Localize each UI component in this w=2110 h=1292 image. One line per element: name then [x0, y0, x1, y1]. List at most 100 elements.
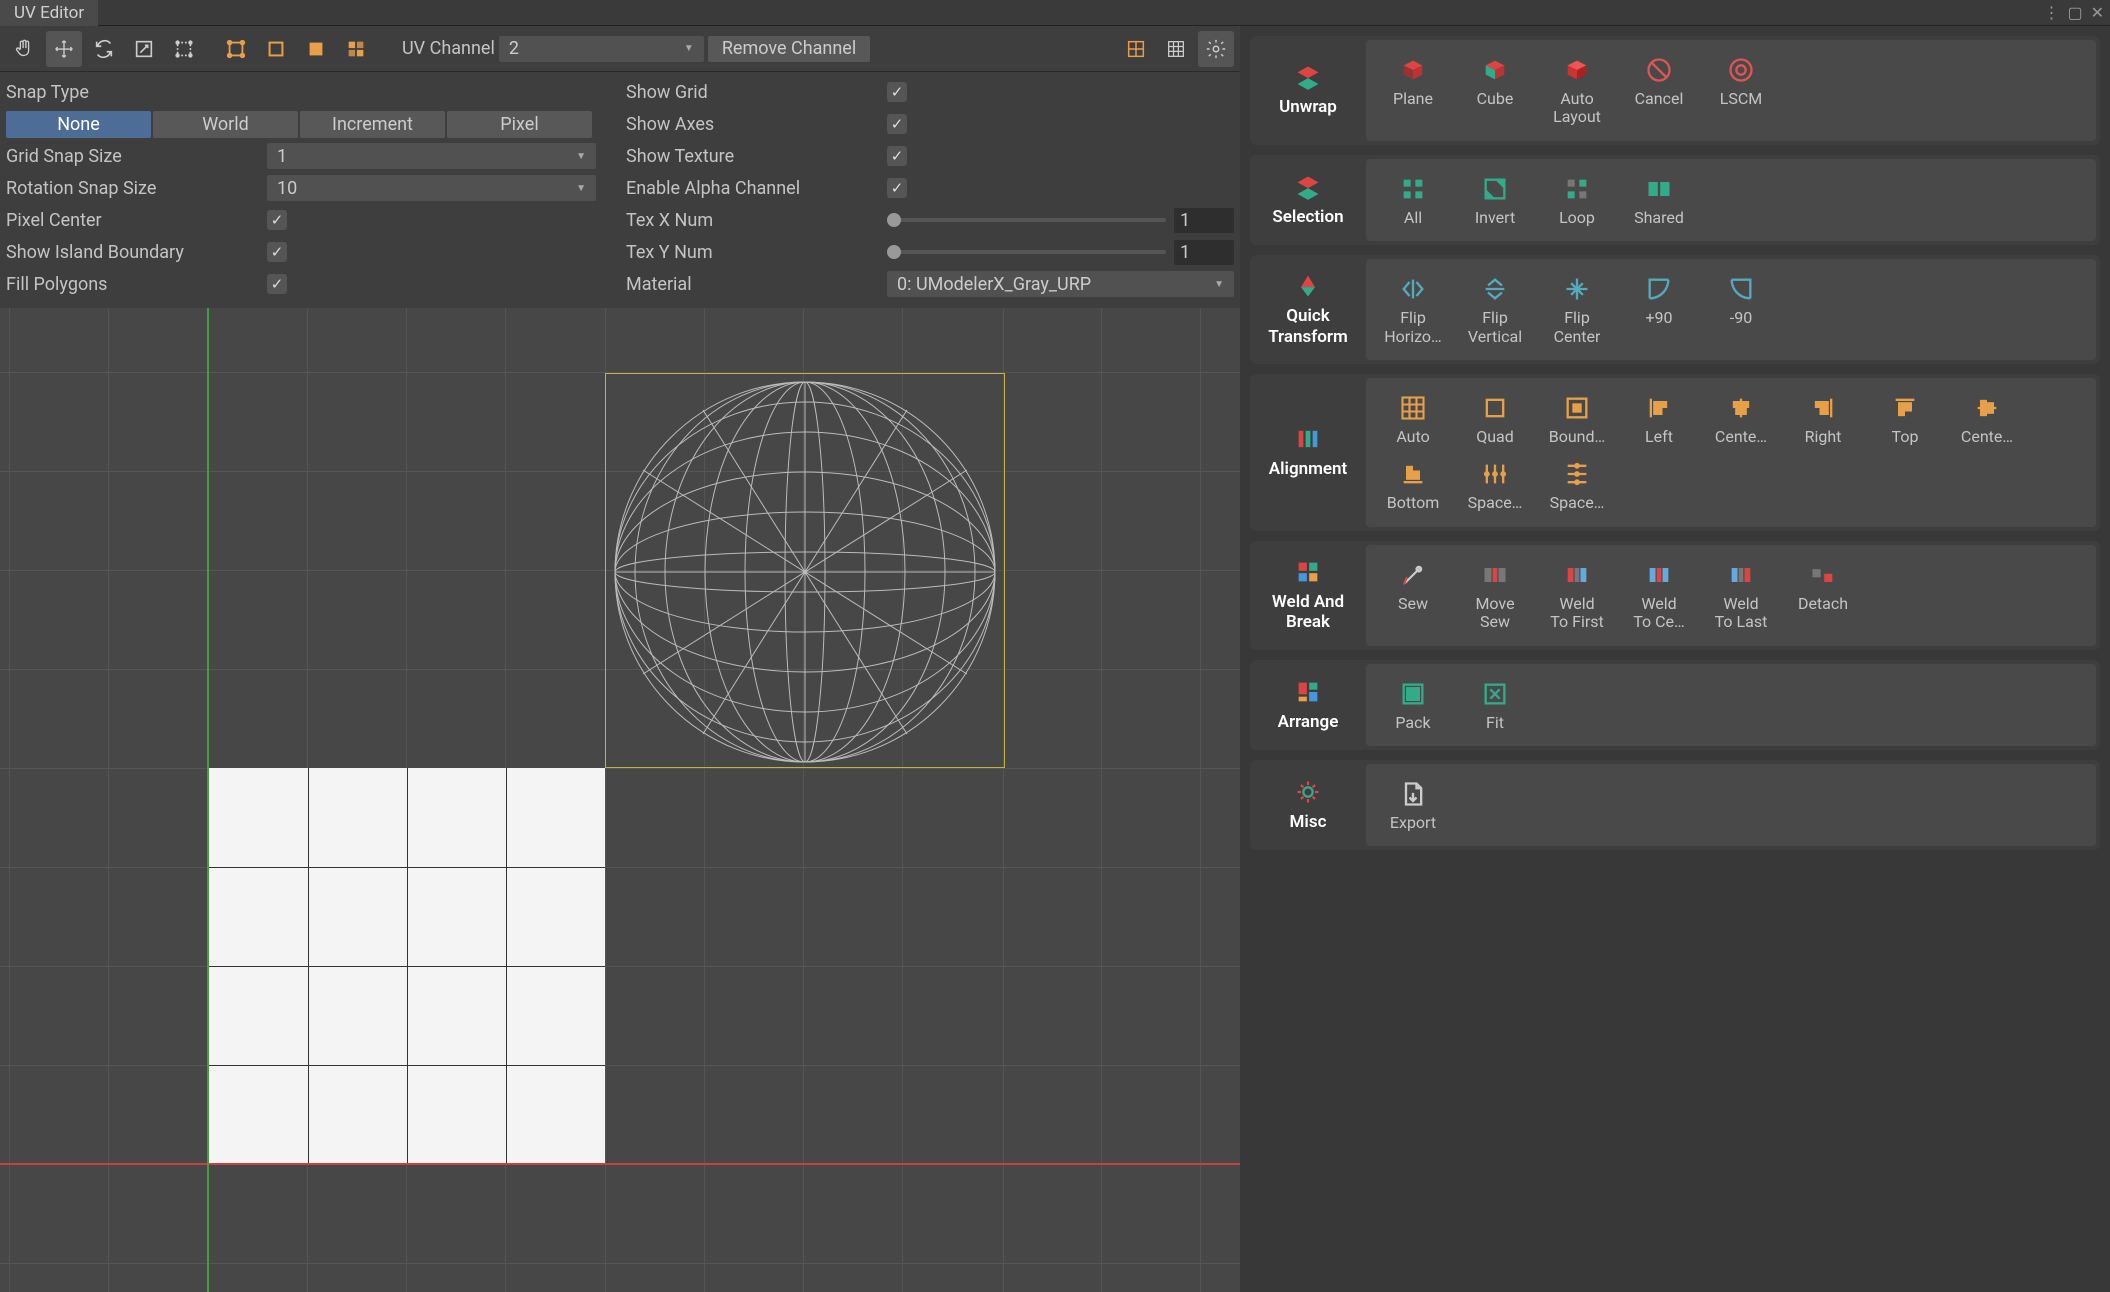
- show-axes-label: Show Axes: [626, 114, 881, 135]
- enable-alpha-checkbox[interactable]: ✓: [887, 178, 907, 198]
- unwrap-icon: [1294, 63, 1322, 91]
- tex-x-value[interactable]: 1: [1174, 208, 1234, 233]
- uv-viewport[interactable]: [0, 308, 1240, 1292]
- snap-pixel-button[interactable]: Pixel: [447, 111, 592, 138]
- group-selection: Selection All Invert Loop Shared: [1250, 155, 2100, 245]
- weld-to-first-button[interactable]: Weld To First: [1536, 553, 1618, 638]
- rotation-snap-size-label: Rotation Snap Size: [6, 178, 261, 199]
- align-auto-button[interactable]: Auto: [1372, 386, 1454, 452]
- space-v-button[interactable]: Space…: [1536, 452, 1618, 518]
- fill-polygons-checkbox[interactable]: ✓: [267, 274, 287, 294]
- show-island-boundary-label: Show Island Boundary: [6, 242, 261, 263]
- align-left-button[interactable]: Left: [1618, 386, 1700, 452]
- show-grid-checkbox[interactable]: ✓: [887, 82, 907, 102]
- snap-type-segmented: None World Increment Pixel: [6, 111, 592, 138]
- space-h-button[interactable]: Space…: [1454, 452, 1536, 518]
- plane-button[interactable]: Plane: [1372, 48, 1454, 133]
- group-unwrap: Unwrap Plane Cube Auto Layout Cancel LSC…: [1250, 36, 2100, 145]
- settings-gear-icon[interactable]: [1198, 31, 1234, 67]
- flip-center-button[interactable]: Flip Center: [1536, 267, 1618, 352]
- alignment-icon: [1294, 425, 1322, 453]
- close-icon[interactable]: ✕: [2091, 3, 2104, 22]
- weld-to-center-button[interactable]: Weld To Ce…: [1618, 553, 1700, 638]
- hand-tool-icon[interactable]: [6, 31, 42, 67]
- weld-break-icon: [1294, 558, 1322, 586]
- uv-channel-dropdown[interactable]: 2▼: [499, 36, 704, 62]
- uv-texture-quad: [209, 768, 605, 1163]
- quick-transform-icon: [1294, 272, 1322, 300]
- arrange-icon: [1294, 678, 1322, 706]
- lscm-button[interactable]: LSCM: [1700, 48, 1782, 133]
- rotation-snap-size-dropdown[interactable]: 10▼: [267, 175, 596, 201]
- grid-display-b-icon[interactable]: [1158, 31, 1194, 67]
- edge-mode-icon[interactable]: [258, 31, 294, 67]
- grid-snap-size-dropdown[interactable]: 1▼: [267, 143, 596, 169]
- align-center-h-button[interactable]: Cente…: [1700, 386, 1782, 452]
- align-right-button[interactable]: Right: [1782, 386, 1864, 452]
- material-label: Material: [626, 274, 881, 295]
- flip-horizontal-button[interactable]: Flip Horizo…: [1372, 267, 1454, 352]
- select-invert-button[interactable]: Invert: [1454, 167, 1536, 233]
- enable-alpha-label: Enable Alpha Channel: [626, 178, 881, 199]
- uv-sphere-mesh: [613, 380, 997, 764]
- tex-x-slider[interactable]: [887, 218, 1166, 222]
- settings-panel: Snap Type None World Increment Pixel Gri…: [0, 72, 1240, 308]
- weld-to-last-button[interactable]: Weld To Last: [1700, 553, 1782, 638]
- rect-tool-icon[interactable]: [166, 31, 202, 67]
- show-island-boundary-checkbox[interactable]: ✓: [267, 242, 287, 262]
- snap-world-button[interactable]: World: [153, 111, 298, 138]
- scale-tool-icon[interactable]: [126, 31, 162, 67]
- uv-channel-label: UV Channel: [402, 38, 495, 59]
- snap-none-button[interactable]: None: [6, 111, 151, 138]
- export-button[interactable]: Export: [1372, 772, 1454, 838]
- x-axis: [0, 1163, 1240, 1165]
- material-dropdown[interactable]: 0: UModelerX_Gray_URP▼: [887, 271, 1234, 297]
- select-all-button[interactable]: All: [1372, 167, 1454, 233]
- show-axes-checkbox[interactable]: ✓: [887, 114, 907, 134]
- top-toolbar: UV Channel 2▼ Remove Channel: [0, 26, 1240, 72]
- rotate-minus90-button[interactable]: -90: [1700, 267, 1782, 352]
- remove-channel-button[interactable]: Remove Channel: [708, 36, 870, 62]
- auto-layout-button[interactable]: Auto Layout: [1536, 48, 1618, 133]
- pixel-center-label: Pixel Center: [6, 210, 261, 231]
- align-bound-button[interactable]: Bound…: [1536, 386, 1618, 452]
- grid-snap-size-label: Grid Snap Size: [6, 146, 261, 167]
- cancel-button[interactable]: Cancel: [1618, 48, 1700, 133]
- align-top-button[interactable]: Top: [1864, 386, 1946, 452]
- show-texture-checkbox[interactable]: ✓: [887, 146, 907, 166]
- show-grid-label: Show Grid: [626, 82, 881, 103]
- tools-panel: Unwrap Plane Cube Auto Layout Cancel LSC…: [1240, 26, 2110, 1292]
- group-quick-transform: Quick Transform Flip Horizo… Flip Vertic…: [1250, 255, 2100, 364]
- flip-vertical-button[interactable]: Flip Vertical: [1454, 267, 1536, 352]
- grid-display-a-icon[interactable]: [1118, 31, 1154, 67]
- tex-y-slider[interactable]: [887, 250, 1166, 254]
- tex-y-value[interactable]: 1: [1174, 240, 1234, 265]
- selection-icon: [1294, 173, 1322, 201]
- menu-icon[interactable]: ⋮: [2043, 3, 2059, 22]
- move-tool-icon[interactable]: [46, 31, 82, 67]
- show-texture-label: Show Texture: [626, 146, 881, 167]
- island-mode-icon[interactable]: [338, 31, 374, 67]
- fill-polygons-label: Fill Polygons: [6, 274, 261, 295]
- select-loop-button[interactable]: Loop: [1536, 167, 1618, 233]
- misc-icon: [1294, 778, 1322, 806]
- sew-button[interactable]: Sew: [1372, 553, 1454, 638]
- snap-increment-button[interactable]: Increment: [300, 111, 445, 138]
- move-sew-button[interactable]: Move Sew: [1454, 553, 1536, 638]
- maximize-icon[interactable]: ▢: [2067, 3, 2082, 22]
- pixel-center-checkbox[interactable]: ✓: [267, 210, 287, 230]
- align-center-v-button[interactable]: Cente…: [1946, 386, 2028, 452]
- group-weld-break: Weld And Break Sew Move Sew Weld To Firs…: [1250, 541, 2100, 650]
- fit-button[interactable]: Fit: [1454, 672, 1536, 738]
- rotate-tool-icon[interactable]: [86, 31, 122, 67]
- select-shared-button[interactable]: Shared: [1618, 167, 1700, 233]
- face-mode-icon[interactable]: [298, 31, 334, 67]
- rotate-plus90-button[interactable]: +90: [1618, 267, 1700, 352]
- vertex-mode-icon[interactable]: [218, 31, 254, 67]
- align-quad-button[interactable]: Quad: [1454, 386, 1536, 452]
- tab-uv-editor[interactable]: UV Editor: [0, 0, 98, 26]
- cube-button[interactable]: Cube: [1454, 48, 1536, 133]
- align-bottom-button[interactable]: Bottom: [1372, 452, 1454, 518]
- detach-button[interactable]: Detach: [1782, 553, 1864, 638]
- pack-button[interactable]: Pack: [1372, 672, 1454, 738]
